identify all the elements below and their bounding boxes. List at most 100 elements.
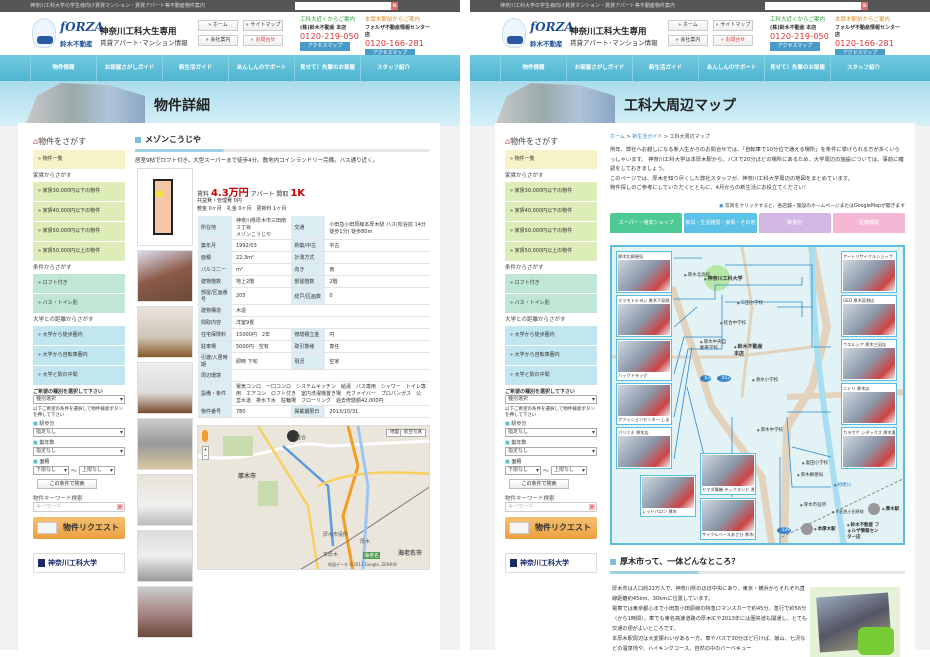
nav-staff[interactable]: スタッフ紹介: [360, 55, 426, 81]
walk-select[interactable]: 指定なし: [505, 428, 597, 437]
company-button[interactable]: » 会社案内: [668, 35, 708, 46]
sidebar-item-rent-30000[interactable]: » 家賃30,000円以下の物件: [33, 182, 125, 201]
sidebar-item-bicycle[interactable]: » 大学から自転車圏内: [505, 346, 597, 365]
sidebar-item-between[interactable]: » 大学と駅の中間: [505, 366, 597, 385]
nav-senpai-rooms[interactable]: 見せて！先輩のお部屋: [294, 55, 360, 81]
search-button[interactable]: ⊗: [391, 2, 398, 10]
map-type-satellite-button[interactable]: 航空写真: [400, 429, 426, 437]
bathroom-photo[interactable]: [137, 474, 193, 526]
shop-card[interactable]: ヤマダ電機 テックランド 厚木店: [700, 453, 756, 495]
sidebar-item-between[interactable]: » 大学と駅の中間: [33, 366, 125, 385]
kitchen-photo[interactable]: [137, 418, 193, 470]
shop-card[interactable]: カラオケ シダックス 厚木妻田クラブ: [841, 427, 897, 469]
area-max-select[interactable]: 上限なし: [551, 466, 588, 475]
access-map-button[interactable]: アクセスマップ: [300, 42, 350, 51]
shop-card[interactable]: レッドバロン 厚木: [640, 475, 696, 517]
shop-card[interactable]: マツモトキヨシ 厚木下荻野店: [616, 295, 672, 337]
google-map[interactable]: 地図 航空写真 + − 厚木市 海老名市 厚木 本厚木 海老名 厚木市役所 睦合 …: [197, 425, 430, 570]
logo[interactable]: fORZA 鈴木不動産: [32, 16, 104, 52]
sidebar-item-rent-over-50000[interactable]: » 家賃50,000円以上の物件: [33, 242, 125, 261]
university-banner[interactable]: 神奈川工科大学: [33, 553, 125, 573]
shop-card[interactable]: ハックドラッグ: [616, 339, 672, 381]
nav-properties[interactable]: 物件情報: [500, 55, 566, 81]
exterior-photo[interactable]: [137, 250, 193, 302]
age-select[interactable]: 指定なし: [505, 447, 597, 456]
request-button[interactable]: 物件リクエスト: [33, 517, 125, 539]
condition-search-button[interactable]: この条件で検索: [37, 479, 97, 489]
tab-medical[interactable]: 医療機関: [832, 212, 905, 233]
area-min-select[interactable]: 下限なし: [33, 466, 69, 475]
sidebar-item-rent-40000[interactable]: » 家賃40,000円以下の物件: [505, 202, 597, 221]
nav-properties[interactable]: 物件情報: [30, 55, 96, 81]
company-button[interactable]: » 会社案内: [198, 35, 238, 46]
sidebar-item-walk[interactable]: » 大学から徒歩圏内: [505, 326, 597, 345]
area-min-select[interactable]: 下限なし: [505, 466, 541, 475]
search-icon[interactable]: ⌕: [589, 504, 595, 510]
sidebar-item-rent-30000[interactable]: » 家賃30,000円以下の物件: [505, 182, 597, 201]
type-select[interactable]: 種別選択: [33, 395, 125, 404]
nav-new-life-guide[interactable]: 新生活ガイド: [162, 55, 228, 81]
hallway-photo[interactable]: [137, 586, 193, 638]
sidebar: ⌂物件をさがす » 物件一覧 家賃からさがす » 家賃30,000円以下の物件 …: [505, 133, 597, 573]
nav-senpai-rooms[interactable]: 見せて！先輩のお部屋: [764, 55, 830, 81]
type-select[interactable]: 種別選択: [505, 395, 597, 404]
shop-card[interactable]: GEO 厚木荻野店: [841, 295, 897, 337]
search-button[interactable]: ⊗: [861, 2, 868, 10]
keyword-input[interactable]: キーワード ⌕: [505, 502, 597, 512]
tab-supermarket[interactable]: スーパー・格安ショップ: [610, 212, 683, 233]
nav-room-guide[interactable]: お部屋さがしガイド: [96, 55, 162, 81]
shop-card[interactable]: ニトリ 厚木店: [841, 383, 897, 425]
zoom-control[interactable]: + −: [202, 446, 209, 460]
sidebar-item-loft[interactable]: » ロフト付き: [505, 274, 597, 293]
keyword-input[interactable]: キーワード ⌕: [33, 502, 125, 512]
sidebar-item-rent-over-50000[interactable]: » 家賃50,000円以上の物件: [505, 242, 597, 261]
sidebar-item-all[interactable]: » 物件一覧: [505, 150, 597, 169]
interior-photo[interactable]: [137, 306, 193, 358]
breadcrumb-home[interactable]: ホーム: [610, 134, 625, 140]
site-search-input[interactable]: [765, 2, 861, 10]
search-icon[interactable]: ⌕: [117, 504, 123, 510]
nav-support[interactable]: あんしんのサポート: [698, 55, 764, 81]
breadcrumb-guide[interactable]: 新生活ガイド: [632, 134, 662, 140]
age-select[interactable]: 指定なし: [33, 447, 125, 456]
university-banner[interactable]: 神奈川工科大学: [505, 553, 597, 573]
sidebar-item-all[interactable]: » 物件一覧: [33, 150, 125, 169]
shop-card[interactable]: ウエルシア 厚木三田店: [841, 339, 897, 381]
shop-card[interactable]: サイクルベースあさひ 厚木店: [700, 498, 756, 540]
request-button[interactable]: 物件リクエスト: [505, 517, 597, 539]
nav-new-life-guide[interactable]: 新生活ガイド: [632, 55, 698, 81]
room-photo[interactable]: [137, 362, 193, 414]
tab-furniture-goods[interactable]: 家具・生活雑貨・家電・その他: [684, 212, 757, 233]
access-map-button[interactable]: アクセスマップ: [770, 42, 820, 51]
tab-restaurants[interactable]: 飲食店: [758, 212, 831, 233]
shop-card[interactable]: 厚木北郵便局: [616, 251, 672, 293]
contact-button[interactable]: » お問合せ: [713, 35, 753, 46]
logo[interactable]: fORZA 鈴木不動産: [502, 16, 574, 52]
sidebar-item-rent-50000[interactable]: » 家賃50,000円以下の物件: [33, 222, 125, 241]
sidebar-item-rent-40000[interactable]: » 家賃40,000円以下の物件: [33, 202, 125, 221]
shop-card[interactable]: ファッションセンター しまむら 荻野店: [616, 383, 672, 425]
walk-select[interactable]: 指定なし: [33, 428, 125, 437]
sitemap-button[interactable]: » サイトマップ: [713, 20, 753, 31]
street-view-icon[interactable]: [202, 430, 208, 442]
shop-card[interactable]: アートリサイクルショップ: [841, 251, 897, 293]
site-search-input[interactable]: [295, 2, 391, 10]
sidebar-item-bicycle[interactable]: » 大学から自転車圏内: [33, 346, 125, 365]
nav-room-guide[interactable]: お部屋さがしガイド: [566, 55, 632, 81]
home-button[interactable]: » ホーム: [198, 20, 238, 31]
contact-button[interactable]: » お問合せ: [243, 35, 283, 46]
nav-support[interactable]: あんしんのサポート: [228, 55, 294, 81]
nav-staff[interactable]: スタッフ紹介: [830, 55, 896, 81]
condition-search-button[interactable]: この条件で検索: [509, 479, 569, 489]
floor-plan-image[interactable]: [137, 168, 193, 246]
sitemap-button[interactable]: » サイトマップ: [243, 20, 283, 31]
shop-card[interactable]: パリミキ 厚木店: [616, 427, 672, 469]
sidebar-item-separate-bath[interactable]: » バス・トイレ別: [505, 294, 597, 313]
home-button[interactable]: » ホーム: [668, 20, 708, 31]
sidebar-item-walk[interactable]: » 大学から徒歩圏内: [33, 326, 125, 345]
area-max-select[interactable]: 上限なし: [79, 466, 116, 475]
sidebar-item-rent-50000[interactable]: » 家賃50,000円以下の物件: [505, 222, 597, 241]
entrance-photo[interactable]: [137, 530, 193, 582]
sidebar-item-loft[interactable]: » ロフト付き: [33, 274, 125, 293]
sidebar-item-separate-bath[interactable]: » バス・トイレ別: [33, 294, 125, 313]
